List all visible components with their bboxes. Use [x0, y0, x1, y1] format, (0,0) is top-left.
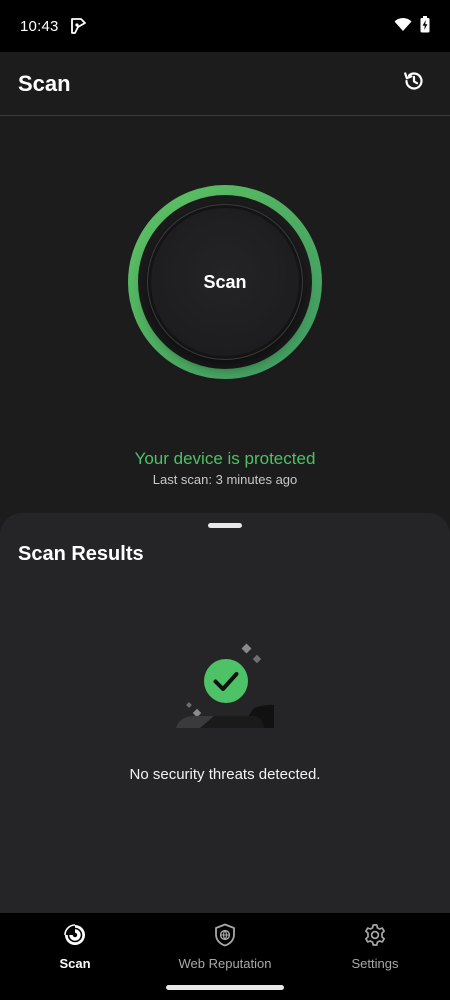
- scan-screen: 10:43 Scan Scan Your device is protected…: [0, 0, 450, 1000]
- app-notification-icon: [69, 17, 87, 35]
- sparkle-icon: [192, 708, 202, 718]
- sparkle-icon: [186, 702, 192, 708]
- history-button[interactable]: [396, 66, 432, 102]
- nav-label-scan: Scan: [59, 956, 91, 971]
- nav-label-settings: Settings: [351, 956, 399, 971]
- app-bar: Scan: [0, 52, 450, 116]
- page-title: Scan: [18, 70, 71, 96]
- wifi-icon: [394, 17, 412, 36]
- check-circle-icon: [203, 658, 249, 709]
- sheet-drag-handle[interactable]: [208, 523, 242, 528]
- scan-ring: Scan: [125, 182, 325, 382]
- shield-globe-icon: [214, 921, 236, 949]
- sparkle-icon: [252, 654, 262, 664]
- gear-icon: [363, 921, 387, 949]
- nav-item-settings[interactable]: Settings: [300, 921, 450, 977]
- bottom-navigation: Scan Web Reputation Settings: [0, 913, 450, 1000]
- status-time: 10:43: [20, 17, 59, 35]
- battery-charging-icon: [420, 15, 430, 37]
- scan-results-sheet: Scan Results No security threats detecte…: [0, 513, 450, 913]
- home-indicator[interactable]: [166, 985, 284, 990]
- last-scan-time: Last scan: 3 minutes ago: [152, 472, 298, 487]
- nav-label-web-reputation: Web Reputation: [178, 956, 272, 971]
- sparkle-icon: [241, 643, 252, 654]
- scan-radar-icon: [63, 921, 87, 949]
- status-bar: 10:43: [0, 0, 450, 52]
- scan-results-title: Scan Results: [18, 543, 144, 565]
- scan-button-label: Scan: [203, 271, 247, 292]
- nav-item-web-reputation[interactable]: Web Reputation: [150, 921, 300, 977]
- no-threats-message: No security threats detected.: [129, 766, 321, 783]
- history-icon: [402, 69, 426, 98]
- no-threats-illustration: [170, 638, 280, 733]
- nav-item-scan[interactable]: Scan: [0, 921, 150, 977]
- scan-button[interactable]: Scan: [147, 204, 303, 360]
- protection-status: Your device is protected: [134, 449, 316, 468]
